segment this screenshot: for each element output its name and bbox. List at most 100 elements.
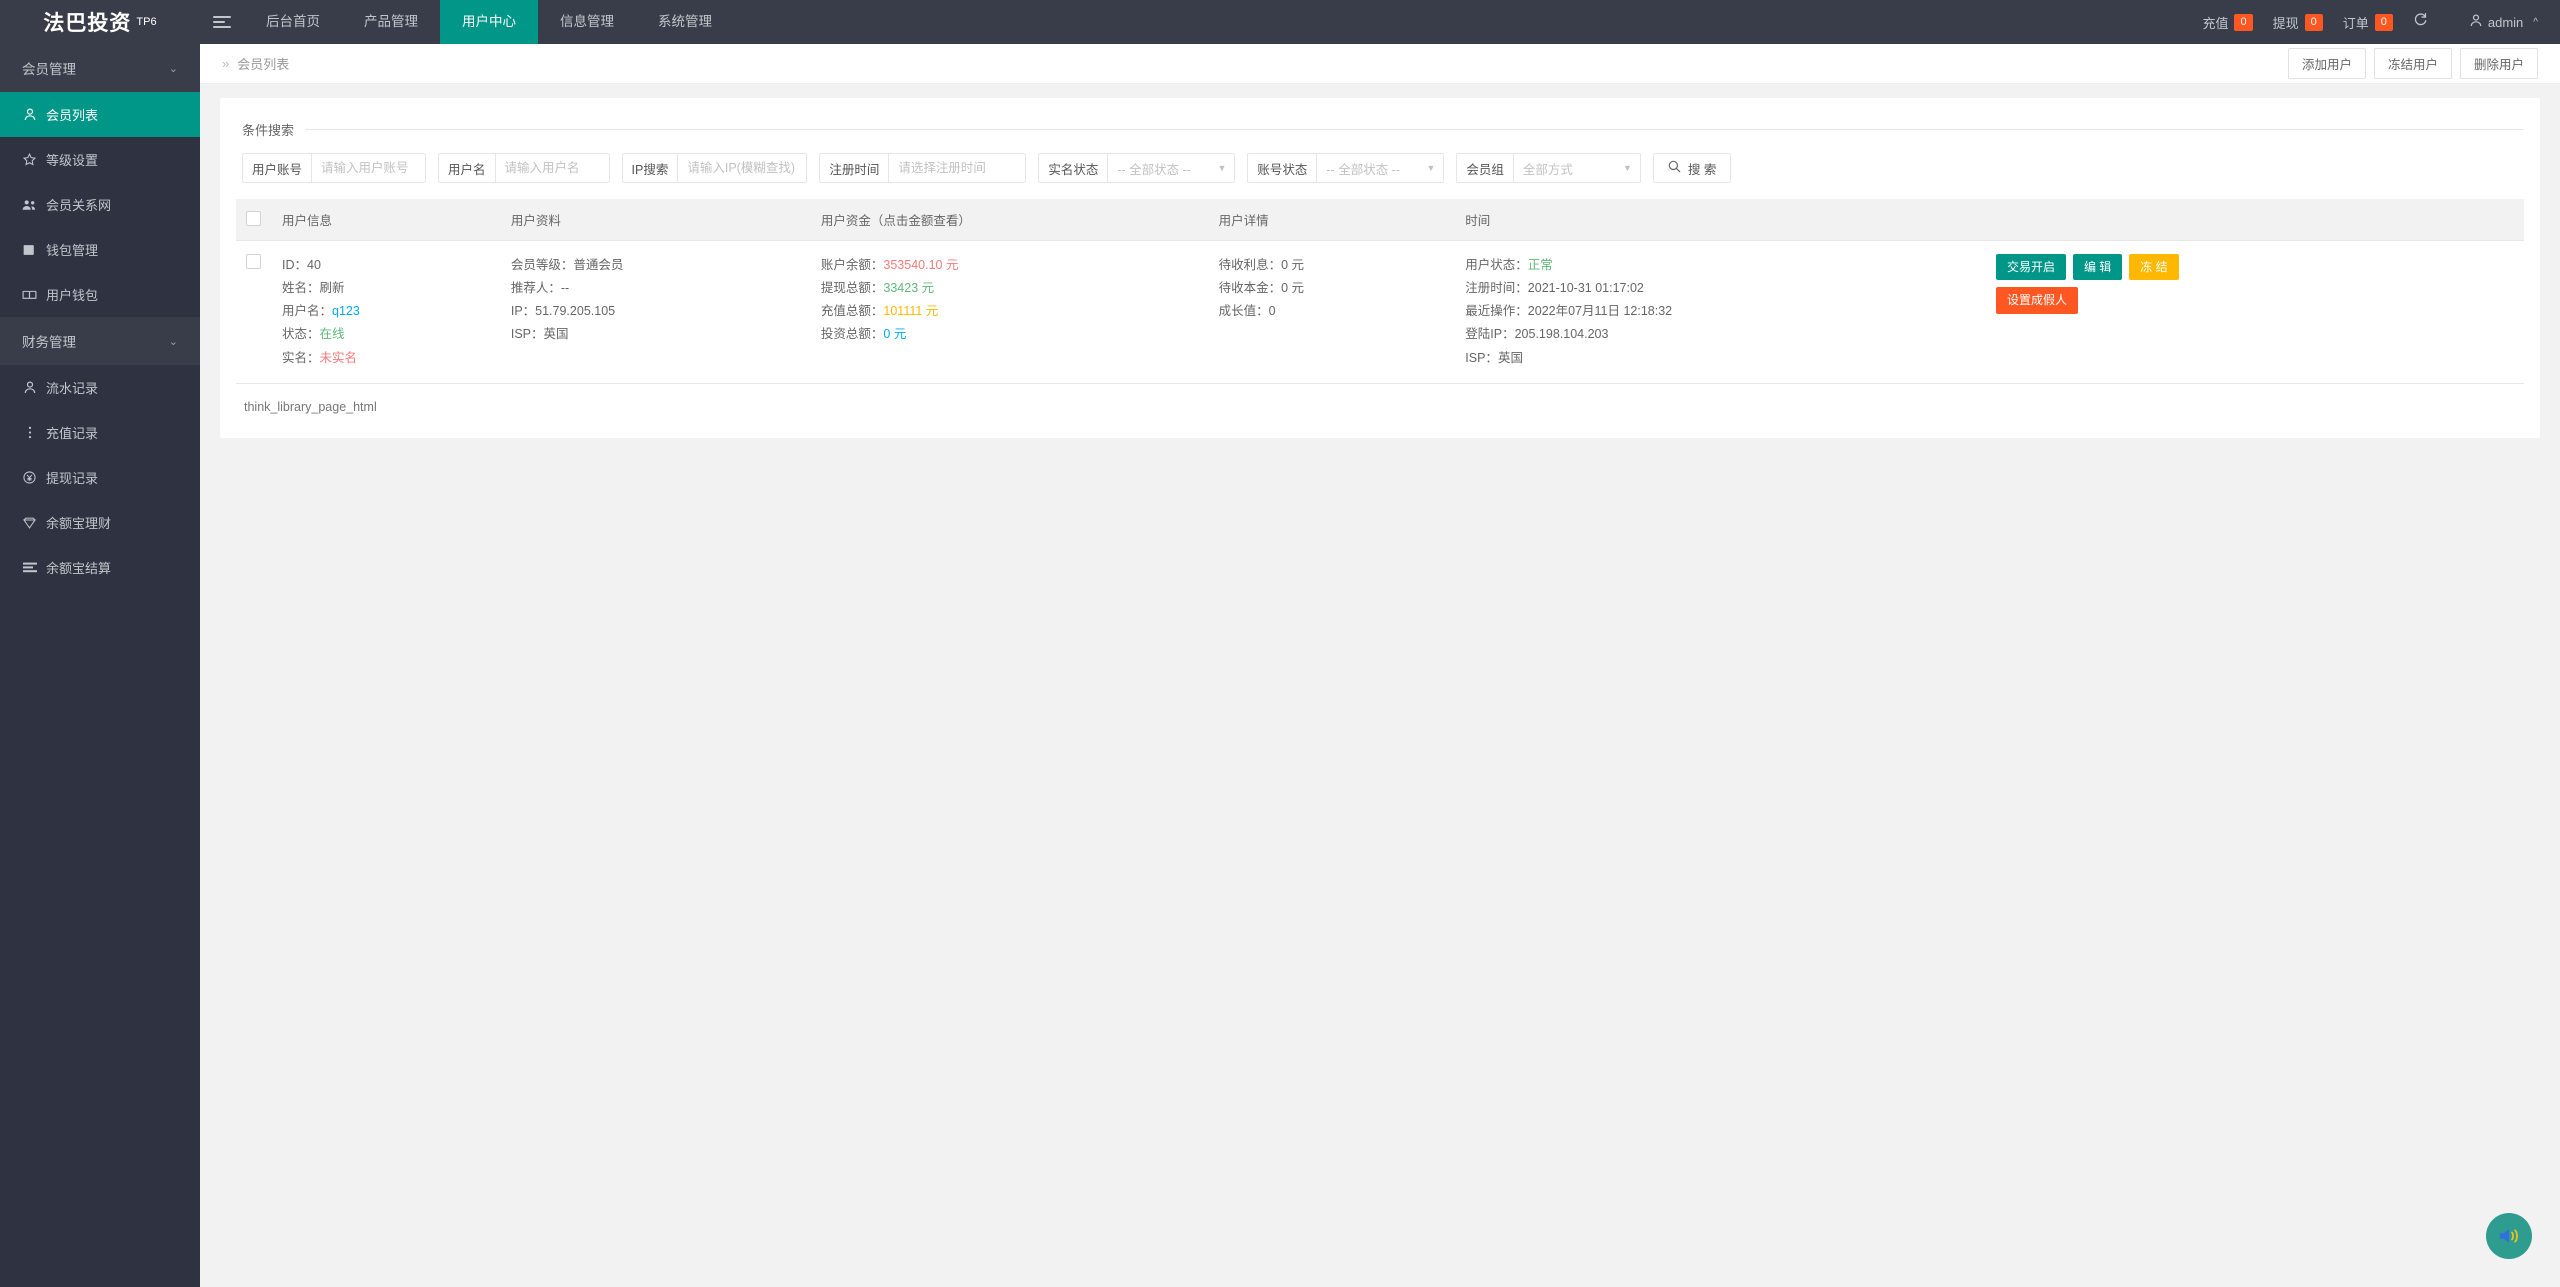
search-icon — [1668, 160, 1681, 176]
stat-orders-label: 订单 — [2342, 15, 2369, 31]
filter-ip-label: IP搜索 — [621, 153, 678, 183]
sidebar-group-finance-management[interactable]: 财务管理 ⌄ — [0, 317, 200, 365]
sidebar-group-member-management[interactable]: 会员管理 ⌄ — [0, 44, 200, 92]
chevron-up-icon: ^ — [2533, 16, 2538, 28]
profile-ip-line: IP：51.79.205.105 — [511, 300, 801, 323]
search-button[interactable]: 搜 索 — [1652, 153, 1732, 183]
verified-label: 实名： — [282, 350, 320, 365]
profile-isp-label: ISP： — [510, 327, 544, 342]
member-group-select-wrap: 全部方式 ▼ — [1512, 153, 1641, 183]
pending-principal-value: 0 元 — [1281, 281, 1305, 296]
pending-interest-label: 待收利息： — [1218, 258, 1282, 272]
realname-status-select-wrap: -- 全部状态 -- ▼ — [1107, 153, 1236, 183]
member-table: 用户信息 用户资料 用户资金（点击金额查看） 用户详情 时间 ID：40 姓名：… — [236, 199, 2524, 384]
ip-search-input[interactable] — [677, 153, 808, 183]
freeze-button[interactable]: 冻 结 — [2129, 254, 2179, 281]
filter-row: 用户账号 用户名 IP搜索 注册时间 实名状态 — [236, 139, 2524, 189]
user-name-input[interactable] — [494, 153, 610, 183]
filter-member-group-label: 会员组 — [1456, 153, 1513, 183]
breadcrumb-bar: » 会员列表 添加用户 冻结用户 删除用户 — [200, 44, 2560, 84]
register-time-input[interactable] — [888, 153, 1027, 183]
growth-value-label: 成长值： — [1218, 304, 1269, 319]
sidebar-item-member-list[interactable]: 会员列表 — [0, 92, 200, 137]
filter-register-time-label: 注册时间 — [819, 153, 889, 183]
sidebar-item-label: 等级设置 — [46, 153, 99, 168]
set-as-fake-user-button[interactable]: 设置成假人 — [1995, 287, 2078, 314]
sidebar-item-level-settings[interactable]: 等级设置 — [0, 137, 200, 182]
sidebar-item-member-network[interactable]: 会员关系网 — [0, 182, 200, 227]
sidebar-item-flow-records[interactable]: 流水记录 — [0, 365, 200, 410]
app-logo[interactable]: 法巴投资 TP6 — [0, 0, 200, 44]
member-group-select[interactable]: 全部方式 — [1512, 153, 1641, 183]
user-status-line: 状态：在线 — [282, 323, 491, 346]
sidebar-item-label: 会员关系网 — [46, 198, 112, 213]
invest-total-line: 投资总额：0 元 — [821, 323, 1199, 346]
sidebar-item-label: 用户钱包 — [46, 288, 99, 303]
trade-enable-button[interactable]: 交易开启 — [1995, 254, 2066, 281]
username-link[interactable]: q123 — [332, 304, 360, 318]
account-status-select[interactable]: -- 全部状态 -- — [1316, 153, 1445, 183]
row-select-cell — [236, 240, 272, 384]
sidebar-item-wallet-management[interactable]: 钱包管理 — [0, 227, 200, 272]
verified-badge: 未实名 — [319, 350, 358, 365]
user-account-input[interactable] — [311, 153, 427, 183]
time-isp-label: ISP： — [1465, 350, 1498, 365]
cell-user-profile: 会员等级：普通会员 推荐人：-- IP：51.79.205.105 ISP：英国 — [500, 240, 811, 384]
filter-member-group: 会员组 全部方式 ▼ — [1456, 153, 1641, 183]
sidebar-item-withdraw-records[interactable]: 提现记录 — [0, 455, 200, 500]
refresh-icon[interactable] — [2413, 12, 2428, 32]
stat-orders[interactable]: 订单 0 — [2343, 13, 2393, 32]
book-icon — [22, 289, 37, 300]
user-icon — [22, 381, 37, 394]
nav-item-user-center[interactable]: 用户中心 — [440, 0, 538, 44]
add-user-button[interactable]: 添加用户 — [2287, 48, 2366, 79]
filter-account-status-label: 账号状态 — [1247, 153, 1317, 183]
register-time-value: 2021-10-31 01:17:02 — [1527, 281, 1644, 296]
breadcrumb-arrow-icon: » — [222, 56, 230, 71]
sound-volume-icon[interactable] — [2486, 1213, 2532, 1259]
login-ip-value: 205.198.104.203 — [1514, 327, 1609, 342]
delete-user-button[interactable]: 删除用户 — [2459, 48, 2538, 79]
referrer-value: -- — [560, 281, 570, 296]
recharge-total-value[interactable]: 101111 元 — [883, 304, 938, 318]
growth-value-value: 0 — [1268, 304, 1276, 319]
sidebar-item-yuebao-wealth[interactable]: 余额宝理财 — [0, 500, 200, 545]
realname-status-select[interactable]: -- 全部状态 -- — [1107, 153, 1236, 183]
pending-principal-label: 待收本金： — [1218, 281, 1282, 296]
stat-withdraw[interactable]: 提现 0 — [2273, 13, 2323, 32]
search-section-title: 条件搜索 — [242, 123, 295, 138]
user-menu[interactable]: admin ^ — [2470, 14, 2538, 30]
breadcrumb-actions: 添加用户 冻结用户 删除用户 — [2287, 48, 2538, 79]
balance-value[interactable]: 353540.10 元 — [883, 258, 958, 272]
top-nav-items: 后台首页 产品管理 用户中心 信息管理 系统管理 — [244, 0, 734, 44]
profile-ip-label: IP： — [510, 304, 536, 319]
nav-item-information[interactable]: 信息管理 — [538, 0, 636, 44]
row-checkbox[interactable] — [246, 254, 261, 269]
user-username-line: 用户名：q123 — [282, 300, 491, 323]
logo-text: 法巴投资 — [43, 12, 132, 35]
sidebar-item-recharge-records[interactable]: 充值记录 — [0, 410, 200, 455]
sidebar-item-yuebao-settlement[interactable]: 余额宝结算 — [0, 545, 200, 590]
sidebar-item-user-wallet[interactable]: 用户钱包 — [0, 272, 200, 317]
wallet-icon — [22, 244, 37, 256]
table-row: ID：40 姓名：刷新 用户名：q123 状态：在线 实名：未实名 会员等级：普… — [236, 240, 2524, 384]
recharge-total-label: 充值总额： — [820, 304, 884, 319]
nav-item-home[interactable]: 后台首页 — [244, 0, 342, 44]
freeze-user-button[interactable]: 冻结用户 — [2373, 48, 2452, 79]
filter-user-name: 用户名 — [438, 153, 610, 183]
stat-recharge[interactable]: 充值 0 — [2202, 13, 2253, 32]
logo-version: TP6 — [136, 16, 157, 28]
user-realname-line: 姓名：刷新 — [282, 277, 491, 300]
nav-item-products[interactable]: 产品管理 — [342, 0, 440, 44]
header-time: 时间 — [1455, 199, 1986, 241]
stat-withdraw-label: 提现 — [2272, 15, 2299, 31]
nav-item-system[interactable]: 系统管理 — [636, 0, 734, 44]
withdraw-total-value[interactable]: 33423 元 — [883, 281, 934, 295]
time-isp-line: ISP：英国 — [1465, 347, 1976, 370]
cell-user-info: ID：40 姓名：刷新 用户名：q123 状态：在线 实名：未实名 — [272, 240, 501, 384]
chevron-down-icon: ⌄ — [168, 62, 178, 75]
invest-total-value[interactable]: 0 元 — [883, 327, 906, 341]
select-all-checkbox[interactable] — [246, 210, 261, 226]
hamburger-icon[interactable] — [200, 0, 244, 44]
edit-button[interactable]: 编 辑 — [2072, 254, 2123, 281]
